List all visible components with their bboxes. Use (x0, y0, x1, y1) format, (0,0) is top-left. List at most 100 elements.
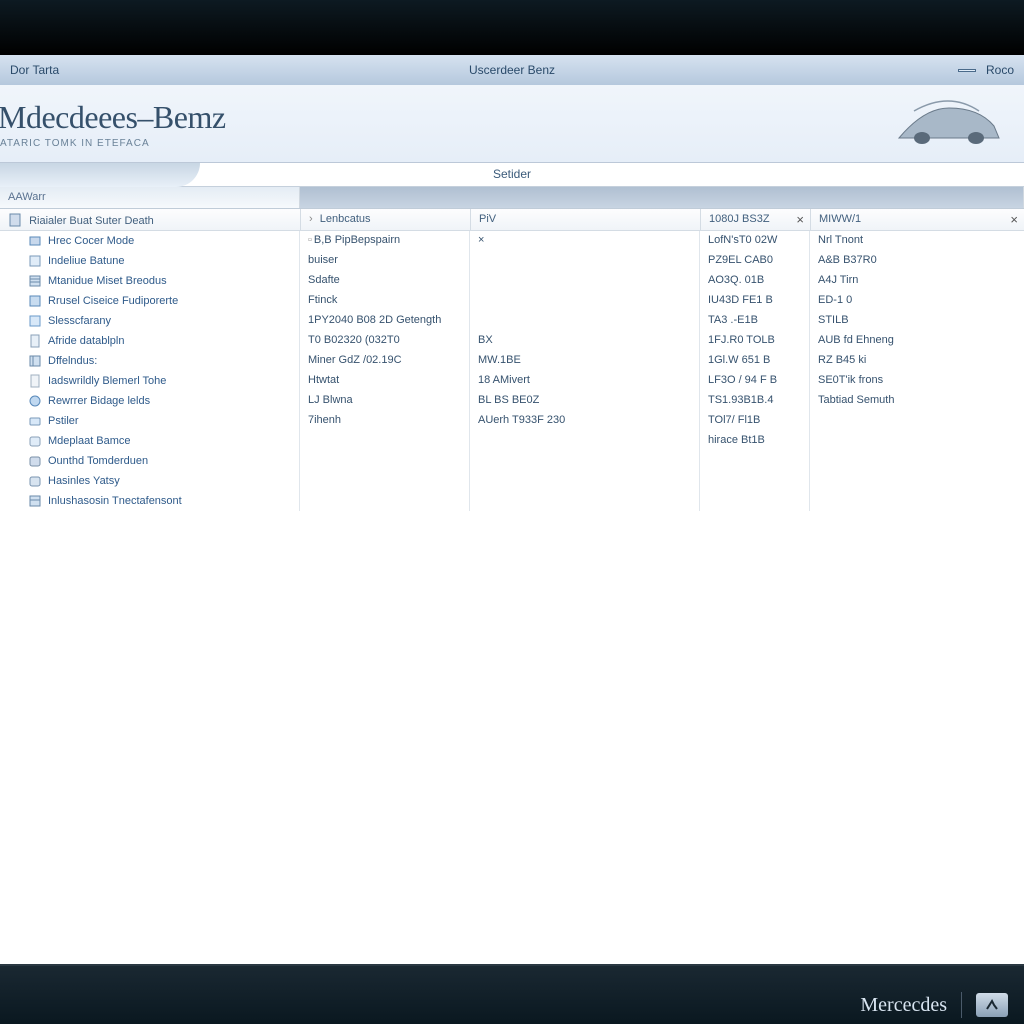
subheader-label: Setider (493, 167, 531, 181)
data-cell[interactable]: ▫B,B PipBepspairn (300, 231, 469, 251)
data-cell[interactable]: A4J Tirn (810, 271, 1024, 291)
nav-item-label: Ounthd Tomderduen (48, 455, 148, 467)
nav-item-label: Iadswrildly Blemerl Tohe (48, 375, 166, 387)
close-icon[interactable]: × (1010, 212, 1018, 227)
data-cell[interactable]: × (470, 231, 699, 251)
nav-item-icon (28, 434, 42, 448)
filter-cell-5[interactable]: MIWW/1 × (810, 209, 1024, 230)
nav-item[interactable]: Afride datablpln (0, 331, 299, 351)
footer-bar: Mercecdes (0, 964, 1024, 1024)
nav-item-label: Hrec Cocer Mode (48, 235, 134, 247)
nav-item[interactable]: Rewrrer Bidage lelds (0, 391, 299, 411)
data-cell[interactable]: AO3Q. 01B (700, 271, 809, 291)
data-cell[interactable] (470, 291, 699, 311)
data-cell[interactable]: 1PY2040 B08 2D Getength (300, 311, 469, 331)
data-cell[interactable]: 18 AMivert (470, 371, 699, 391)
data-cell[interactable]: hirace Bt1B (700, 431, 809, 451)
data-cell[interactable]: 1FJ.R0 TOLB (700, 331, 809, 351)
nav-item[interactable]: Mdeplaat Bamce (0, 431, 299, 451)
footer-logo-icon[interactable] (976, 993, 1008, 1017)
data-cell[interactable]: PZ9EL CAB0 (700, 251, 809, 271)
data-cell[interactable]: MW.1BE (470, 351, 699, 371)
document-icon (8, 213, 22, 227)
filter-text-1: Riaialer Buat Suter Death (29, 215, 154, 227)
data-cell[interactable]: A&B B37R0 (810, 251, 1024, 271)
footer-separator (961, 992, 962, 1018)
nav-item[interactable]: Mtanidue Miset Breodus (0, 271, 299, 291)
data-cell[interactable]: LF3O / 94 F B (700, 371, 809, 391)
nav-item[interactable]: Slesscfarany (0, 311, 299, 331)
title-right: Roco (986, 63, 1014, 77)
filter-cell-1[interactable]: Riaialer Buat Suter Death (0, 209, 300, 230)
footer-brand-text: Mercecdes (860, 994, 947, 1017)
filter-text-3: PiV (479, 213, 496, 225)
minimize-icon[interactable] (958, 69, 976, 72)
data-cell[interactable]: BL BS BE0Z (470, 391, 699, 411)
data-cell[interactable] (470, 251, 699, 271)
nav-item-label: Indeliue Batune (48, 255, 124, 267)
data-cell[interactable]: IU43D FE1 B (700, 291, 809, 311)
data-cell[interactable]: ED-1 0 (810, 291, 1024, 311)
nav-item-icon (28, 474, 42, 488)
data-cell[interactable]: BX (470, 331, 699, 351)
data-cell[interactable]: Ftinck (300, 291, 469, 311)
nav-item[interactable]: Iadswrildly Blemerl Tohe (0, 371, 299, 391)
data-cell[interactable]: AUerh T933F 230 (470, 411, 699, 431)
data-cell[interactable]: Tabtiad Semuth (810, 391, 1024, 411)
data-cell[interactable]: AUB fd Ehneng (810, 331, 1024, 351)
close-icon[interactable]: × (796, 212, 804, 227)
data-column-5: Nrl TnontA&B B37R0A4J TirnED-1 0STILBAUB… (810, 231, 1024, 511)
nav-item-label: Mdeplaat Bamce (48, 435, 131, 447)
nav-item-icon (28, 314, 42, 328)
col-header-spacer (300, 187, 1024, 208)
nav-item[interactable]: Indeliue Batune (0, 251, 299, 271)
data-cell[interactable]: SE0T'ik frons (810, 371, 1024, 391)
nav-item-icon (28, 414, 42, 428)
data-cell[interactable]: Nrl Tnont (810, 231, 1024, 251)
data-column-4: LofN'sT0 02WPZ9EL CAB0AO3Q. 01BIU43D FE1… (700, 231, 810, 511)
data-cell[interactable]: RZ B45 ki (810, 351, 1024, 371)
nav-item[interactable]: Dffelndus: (0, 351, 299, 371)
filter-row: Riaialer Buat Suter Death › Lenbcatus Pi… (0, 209, 1024, 231)
nav-item-label: Dffelndus: (48, 355, 97, 367)
filter-cell-4[interactable]: 1080J BS3Z × (700, 209, 810, 230)
data-column-2: ▫B,B PipBepspairnbuiserSdafteFtinck1PY20… (300, 231, 470, 511)
nav-item[interactable]: Hasinles Yatsy (0, 471, 299, 491)
nav-item-icon (28, 494, 42, 508)
data-cell[interactable]: TS1.93B1B.4 (700, 391, 809, 411)
filter-cell-2[interactable]: › Lenbcatus (300, 209, 470, 230)
data-cell[interactable]: Sdafte (300, 271, 469, 291)
data-cell[interactable] (470, 271, 699, 291)
data-cell[interactable]: 1Gl.W 651 B (700, 351, 809, 371)
data-cell[interactable] (470, 311, 699, 331)
data-cell[interactable]: buiser (300, 251, 469, 271)
sub-header: Setider (0, 163, 1024, 187)
data-cell[interactable]: 7ihenh (300, 411, 469, 431)
nav-item-label: Rewrrer Bidage lelds (48, 395, 150, 407)
nav-item[interactable]: Rrusel Ciseice Fudiporerte (0, 291, 299, 311)
nav-item-icon (28, 334, 42, 348)
data-cell[interactable]: TA3 .-E1B (700, 311, 809, 331)
data-cell[interactable]: Miner GdZ /02.19C (300, 351, 469, 371)
filter-cell-3[interactable]: PiV (470, 209, 700, 230)
nav-item-icon (28, 274, 42, 288)
nav-item-label: Slesscfarany (48, 315, 111, 327)
col-header-1[interactable]: AAWarr (0, 187, 300, 208)
window-top-bar (0, 0, 1024, 55)
data-cell[interactable]: LJ Blwna (300, 391, 469, 411)
nav-item-icon (28, 394, 42, 408)
nav-item[interactable]: Hrec Cocer Mode (0, 231, 299, 251)
data-cell[interactable]: T0 B02320 (032T0 (300, 331, 469, 351)
data-cell[interactable]: LofN'sT0 02W (700, 231, 809, 251)
nav-item-label: Afride datablpln (48, 335, 124, 347)
header-curve (0, 163, 200, 187)
nav-item[interactable]: Inlushasosin Tnectafensont (0, 491, 299, 511)
nav-item[interactable]: Ounthd Tomderduen (0, 451, 299, 471)
data-cell[interactable]: Htwtat (300, 371, 469, 391)
nav-item[interactable]: Pstiler (0, 411, 299, 431)
title-center: Uscerdeer Benz (469, 63, 555, 77)
nav-item-icon (28, 354, 42, 368)
nav-item-label: Mtanidue Miset Breodus (48, 275, 167, 287)
data-cell[interactable]: TOl7/ Fl1B (700, 411, 809, 431)
data-cell[interactable]: STILB (810, 311, 1024, 331)
